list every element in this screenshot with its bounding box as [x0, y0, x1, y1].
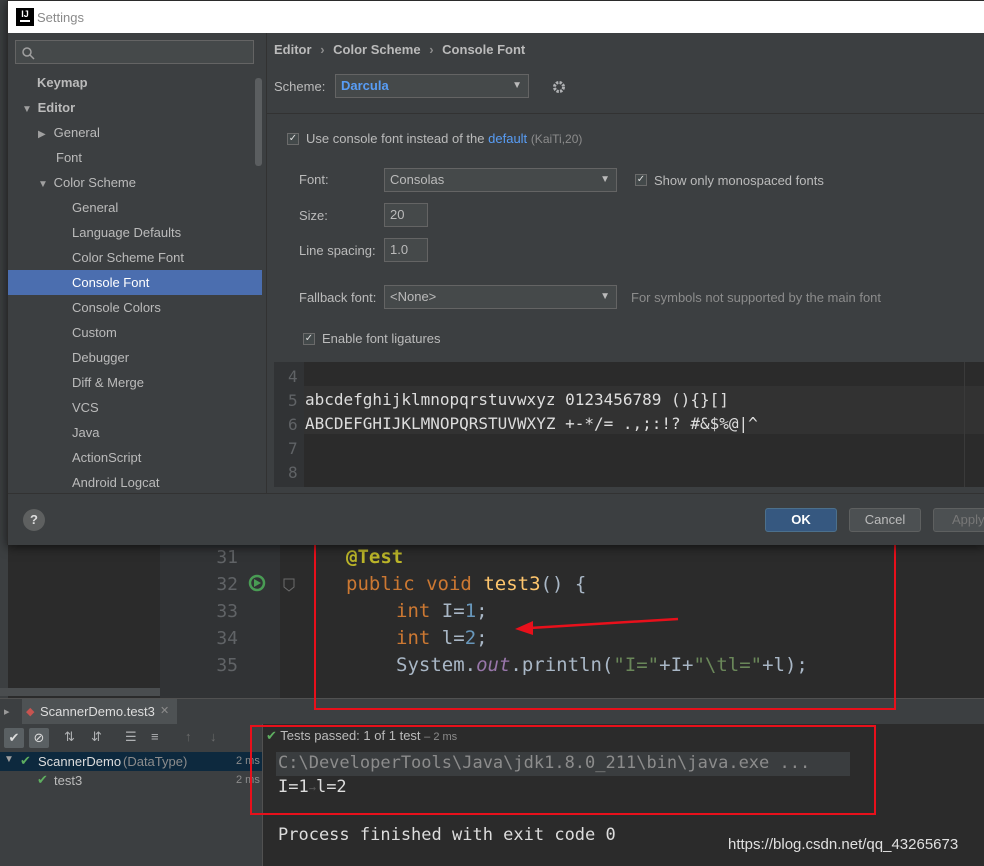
enable-ligatures-label: Enable font ligatures: [322, 331, 441, 346]
chevron-down-icon: ▼: [512, 80, 522, 91]
preview-uppercase-line: ABCDEFGHIJKLMNOPQRSTUVWXYZ +-*/= .,;:!? …: [305, 414, 758, 433]
scheme-value: Darcula: [341, 78, 389, 93]
default-hint: (KaiTi,20): [530, 132, 583, 146]
expand-arrow-icon[interactable]: ▼: [38, 172, 50, 197]
font-preview[interactable]: 4 5 6 7 8 abcdefghijklmnopqrstuvwxyz 012…: [274, 362, 984, 487]
title-bar: IJ Settings: [8, 1, 984, 33]
apply-button[interactable]: Apply: [933, 508, 984, 532]
sidebar-item-diff-merge[interactable]: Diff & Merge: [8, 370, 262, 395]
font-dropdown[interactable]: Consolas ▼: [384, 168, 617, 192]
cancel-button[interactable]: Cancel: [849, 508, 921, 532]
help-button[interactable]: ?: [23, 509, 45, 531]
dialog-footer: ? OK Cancel Apply: [8, 493, 984, 545]
preview-line-number: 5: [288, 391, 298, 410]
sidebar-item-keymap[interactable]: Keymap: [8, 70, 262, 95]
search-icon: [22, 47, 35, 60]
scheme-label: Scheme:: [274, 79, 326, 94]
gear-icon[interactable]: [551, 79, 567, 95]
breadcrumb-console-font: Console Font: [442, 42, 526, 57]
font-label: Font:: [299, 172, 329, 187]
sidebar-item-custom[interactable]: Custom: [8, 320, 262, 345]
use-console-font-checkbox[interactable]: ✓: [287, 133, 299, 145]
show-monospaced-label: Show only monospaced fonts: [654, 173, 824, 188]
sidebar-scrollbar[interactable]: [255, 78, 262, 166]
breadcrumb-editor[interactable]: Editor: [274, 42, 312, 57]
scheme-dropdown[interactable]: Darcula ▼: [335, 74, 529, 98]
show-monospaced-checkbox[interactable]: ✓: [635, 174, 647, 186]
ok-button[interactable]: OK: [765, 508, 837, 532]
fallback-hint: For symbols not supported by the main fo…: [631, 290, 882, 305]
settings-sidebar: Keymap ▼ Editor ▶ General Font ▼ Color S…: [8, 33, 266, 493]
fallback-font-dropdown[interactable]: <None> ▼: [384, 285, 617, 309]
size-label: Size:: [299, 208, 328, 223]
sidebar-item-color-scheme-font[interactable]: Color Scheme Font: [8, 245, 262, 270]
search-input[interactable]: [36, 43, 250, 63]
default-link[interactable]: default: [488, 131, 527, 146]
line-spacing-input[interactable]: 1.0: [384, 238, 428, 262]
sidebar-item-android-logcat[interactable]: Android Logcat: [8, 470, 262, 495]
font-value: Consolas: [390, 172, 445, 187]
breadcrumb: Editor › Color Scheme › Console Font: [274, 42, 525, 57]
sidebar-item-font[interactable]: Font: [8, 145, 262, 170]
fallback-font-label: Fallback font:: [299, 290, 377, 305]
size-input[interactable]: 20: [384, 203, 428, 227]
preview-line-number: 6: [288, 415, 298, 434]
search-field[interactable]: [15, 40, 254, 64]
sidebar-item-java[interactable]: Java: [8, 420, 262, 445]
breadcrumb-color-scheme[interactable]: Color Scheme: [333, 42, 420, 57]
line-spacing-label: Line spacing:: [299, 243, 376, 258]
fallback-value: <None>: [390, 289, 437, 304]
sidebar-item-editor[interactable]: ▼ Editor: [8, 95, 262, 120]
preview-line-number: 7: [288, 439, 298, 458]
enable-ligatures-checkbox[interactable]: ✓: [303, 333, 315, 345]
sidebar-item-actionscript[interactable]: ActionScript: [8, 445, 262, 470]
breadcrumb-separator: ›: [320, 42, 325, 57]
breadcrumb-separator: ›: [429, 42, 434, 57]
chevron-down-icon: ▼: [600, 291, 610, 302]
expand-arrow-icon[interactable]: ▼: [22, 97, 34, 122]
sidebar-item-language-defaults[interactable]: Language Defaults: [8, 220, 262, 245]
sidebar-item-console-colors[interactable]: Console Colors: [8, 295, 262, 320]
preview-line-number: 4: [288, 367, 298, 386]
chevron-down-icon: ▼: [600, 174, 610, 185]
intellij-logo-icon: IJ: [16, 8, 34, 26]
sidebar-item-general[interactable]: ▶ General: [8, 120, 262, 145]
preview-right-margin: [964, 362, 965, 487]
collapse-arrow-icon[interactable]: ▶: [38, 122, 50, 147]
sidebar-item-vcs[interactable]: VCS: [8, 395, 262, 420]
settings-dialog: IJ Settings Keymap ▼ Editor ▶ General Fo…: [7, 0, 984, 545]
use-console-font-label: Use console font instead of the default …: [306, 131, 583, 146]
window-title: Settings: [37, 10, 84, 25]
sidebar-item-debugger[interactable]: Debugger: [8, 345, 262, 370]
preview-lowercase-line: abcdefghijklmnopqrstuvwxyz 0123456789 ()…: [305, 390, 729, 409]
sidebar-item-color-scheme[interactable]: ▼ Color Scheme: [8, 170, 262, 195]
sidebar-item-cs-general[interactable]: General: [8, 195, 262, 220]
preview-line-number: 8: [288, 463, 298, 482]
section-divider: [267, 113, 984, 114]
sidebar-item-console-font[interactable]: Console Font: [8, 270, 262, 295]
settings-content: Editor › Color Scheme › Console Font Sch…: [267, 33, 984, 493]
